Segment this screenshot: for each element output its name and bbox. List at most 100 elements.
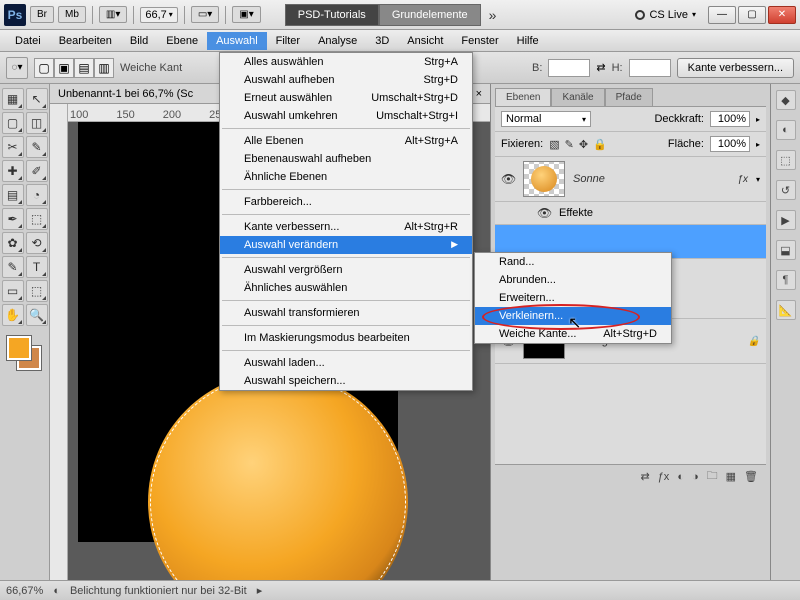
viewmode-button[interactable]: ▭▾ xyxy=(191,6,219,23)
menu-fenster[interactable]: Fenster xyxy=(452,32,507,50)
swatches-panel-icon[interactable]: ◆ xyxy=(776,90,796,110)
current-tool-icon[interactable]: ◌▾ xyxy=(6,57,28,79)
menu-datei[interactable]: Datei xyxy=(6,32,50,50)
styles-panel-icon[interactable]: ◐ xyxy=(776,120,796,140)
submenu-item[interactable]: Rand... xyxy=(475,253,671,271)
visibility-icon[interactable]: 👁 xyxy=(501,172,515,186)
menu-item[interactable]: Alles auswählenStrg+A xyxy=(220,53,472,71)
tool-8[interactable]: ▤ xyxy=(2,184,24,206)
workspace-tab-grundelemente[interactable]: Grundelemente xyxy=(379,4,481,26)
tool-17[interactable]: ⬚ xyxy=(26,280,48,302)
bridge-button[interactable]: Br xyxy=(30,6,54,23)
menu-item[interactable]: Auswahl verändern▶ xyxy=(220,236,472,254)
lock-paint-icon[interactable]: ✎ xyxy=(565,138,574,151)
link-layers-icon[interactable]: ⇄ xyxy=(640,470,649,483)
lock-move-icon[interactable]: ✥ xyxy=(579,138,588,151)
tool-4[interactable]: ✂ xyxy=(2,136,24,158)
panel-tab-ebenen[interactable]: Ebenen xyxy=(495,88,551,106)
menu-item[interactable]: Auswahl laden... xyxy=(220,354,472,372)
arrange-button[interactable]: ▥▾ xyxy=(99,6,127,23)
color-swatches[interactable] xyxy=(7,336,43,372)
workspace-tab-psdtutorials[interactable]: PSD-Tutorials xyxy=(285,4,379,26)
lock-all-icon[interactable]: 🔒 xyxy=(593,138,607,151)
layer-sonne[interactable]: 👁 Sonne ƒx ▾ xyxy=(495,157,766,202)
actions-panel-icon[interactable]: ▶ xyxy=(776,210,796,230)
zoom-status[interactable]: 66,67% xyxy=(6,585,43,597)
fx-badge[interactable]: ƒx xyxy=(737,174,748,185)
measure-panel-icon[interactable]: 📐 xyxy=(776,300,796,320)
panel-tab-pfade[interactable]: Pfade xyxy=(605,88,653,106)
layer-mask-icon[interactable]: ◐ xyxy=(677,471,684,483)
tool-5[interactable]: ✎ xyxy=(26,136,48,158)
menu-bild[interactable]: Bild xyxy=(121,32,157,50)
blend-mode-select[interactable]: Normal▾ xyxy=(501,111,591,127)
menu-filter[interactable]: Filter xyxy=(267,32,309,50)
submenu-item[interactable]: Erweitern... xyxy=(475,289,671,307)
menu-ebene[interactable]: Ebene xyxy=(157,32,207,50)
tab-close-icon[interactable]: × xyxy=(476,88,482,100)
width-input[interactable] xyxy=(548,59,590,77)
refine-edge-button[interactable]: Kante verbessern... xyxy=(677,58,794,78)
tool-9[interactable]: ◔ xyxy=(26,184,48,206)
menu-item[interactable]: Kante verbessern...Alt+Strg+R xyxy=(220,218,472,236)
opacity-input[interactable]: 100% xyxy=(710,111,750,127)
menu-item[interactable]: Ähnliches auswählen xyxy=(220,279,472,297)
history-panel-icon[interactable]: ↺ xyxy=(776,180,796,200)
info-panel-icon[interactable]: ⬓ xyxy=(776,240,796,260)
menu-item[interactable]: Im Maskierungsmodus bearbeiten xyxy=(220,329,472,347)
selection-mode-seg[interactable]: ▢▣▤▥ xyxy=(34,58,114,78)
tool-0[interactable]: ▦ xyxy=(2,88,24,110)
tool-1[interactable]: ↖ xyxy=(26,88,48,110)
menu-ansicht[interactable]: Ansicht xyxy=(398,32,452,50)
menu-item[interactable]: Erneut auswählenUmschalt+Strg+D xyxy=(220,89,472,107)
group-icon[interactable]: 🗀 xyxy=(707,467,718,486)
menu-analyse[interactable]: Analyse xyxy=(309,32,366,50)
minibridge-button[interactable]: Mb xyxy=(58,6,86,23)
menu-item[interactable]: Auswahl speichern... xyxy=(220,372,472,390)
maximize-button[interactable]: ▢ xyxy=(738,6,766,24)
submenu-item[interactable]: Weiche Kante...Alt+Strg+D xyxy=(475,325,671,343)
fill-input[interactable]: 100% xyxy=(710,136,750,152)
paragraph-panel-icon[interactable]: ¶ xyxy=(776,270,796,290)
layer-thumb[interactable] xyxy=(523,161,565,197)
tool-12[interactable]: ✿ xyxy=(2,232,24,254)
tool-6[interactable]: ✚ xyxy=(2,160,24,182)
tool-16[interactable]: ▭ xyxy=(2,280,24,302)
menu-item[interactable]: Auswahl umkehrenUmschalt+Strg+I xyxy=(220,107,472,125)
menu-hilfe[interactable]: Hilfe xyxy=(508,32,548,50)
submenu-item[interactable]: Abrunden... xyxy=(475,271,671,289)
tool-19[interactable]: 🔍 xyxy=(26,304,48,326)
tool-14[interactable]: ✎ xyxy=(2,256,24,278)
layer-style-icon[interactable]: ƒx xyxy=(658,471,670,483)
menu-item[interactable]: Ähnliche Ebenen xyxy=(220,168,472,186)
swap-dims-icon[interactable]: ⇄ xyxy=(596,61,605,74)
adjustments-panel-icon[interactable]: ⬚ xyxy=(776,150,796,170)
lock-transp-icon[interactable]: ▧ xyxy=(549,138,559,151)
delete-layer-icon[interactable]: 🗑 xyxy=(744,470,758,483)
menu-item[interactable]: Auswahl transformieren xyxy=(220,304,472,322)
new-layer-icon[interactable]: ▦ xyxy=(726,470,736,483)
zoom-combo[interactable]: 66,7▾ xyxy=(140,7,177,23)
tool-13[interactable]: ⟲ xyxy=(26,232,48,254)
close-button[interactable]: ✕ xyxy=(768,6,796,24)
menu-3d[interactable]: 3D xyxy=(366,32,398,50)
tool-18[interactable]: ✋ xyxy=(2,304,24,326)
tool-10[interactable]: ✒ xyxy=(2,208,24,230)
menu-item[interactable]: Auswahl aufhebenStrg+D xyxy=(220,71,472,89)
submenu-item[interactable]: Verkleinern... xyxy=(475,307,671,325)
tool-11[interactable]: ⬚ xyxy=(26,208,48,230)
layer-effekte-row[interactable]: 👁 Effekte xyxy=(495,202,766,225)
tool-7[interactable]: ✐ xyxy=(26,160,48,182)
screenmode-button[interactable]: ▣▾ xyxy=(232,6,260,23)
menu-item[interactable]: Auswahl vergrößern xyxy=(220,261,472,279)
workspace-more[interactable]: » xyxy=(489,7,497,23)
menu-item[interactable]: Farbbereich... xyxy=(220,193,472,211)
menu-bearbeiten[interactable]: Bearbeiten xyxy=(50,32,121,50)
menu-item[interactable]: Alle EbenenAlt+Strg+A xyxy=(220,132,472,150)
adjustment-layer-icon[interactable]: ◑ xyxy=(692,471,699,483)
visibility-icon[interactable]: 👁 xyxy=(537,206,551,220)
cs-live[interactable]: CS Live▾ xyxy=(635,9,696,21)
menu-item[interactable]: Ebenenauswahl aufheben xyxy=(220,150,472,168)
menu-auswahl[interactable]: Auswahl xyxy=(207,32,267,50)
height-input[interactable] xyxy=(629,59,671,77)
